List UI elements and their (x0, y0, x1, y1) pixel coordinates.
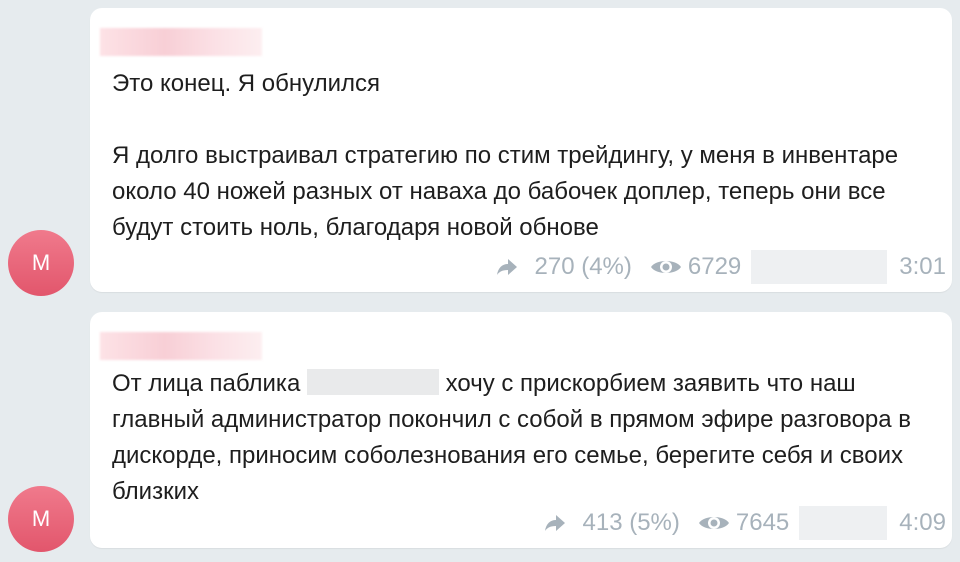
share-icon[interactable] (495, 257, 519, 277)
view-count: 7645 (735, 509, 790, 536)
message-text-part-1: От лица паблика (112, 370, 301, 397)
view-count: 6729 (687, 253, 742, 280)
share-count: 413 (5%) (582, 509, 680, 536)
eye-icon (650, 261, 681, 273)
avatar[interactable]: M (8, 486, 74, 552)
message-text: Это конец. Я обнулился Я долго выстраива… (112, 70, 899, 241)
public-name-redacted (306, 369, 439, 395)
message-bubble[interactable]: Это конец. Я обнулился Я долго выстраива… (90, 8, 952, 292)
eye-icon (698, 517, 729, 529)
avatar-letter: M (31, 250, 51, 275)
message-time: 4:09 (899, 509, 946, 536)
author-redacted (751, 250, 888, 284)
avatar-letter: M (31, 506, 51, 531)
message-text: От лица паблика хочу с прискорбием заяви… (112, 366, 912, 510)
sender-name-redacted (100, 332, 262, 360)
share-count: 270 (4%) (534, 253, 632, 280)
message-meta: 413 (5%) 7645 4:09 (543, 506, 946, 540)
message-time: 3:01 (899, 253, 946, 280)
share-icon[interactable] (543, 513, 567, 533)
sender-name-redacted (100, 28, 262, 56)
avatar[interactable]: M (8, 230, 74, 296)
message-bubble[interactable]: От лица паблика хочу с прискорбием заяви… (90, 312, 952, 548)
message-meta: 270 (4%) 6729 3:01 (495, 250, 946, 284)
author-redacted (799, 506, 888, 540)
